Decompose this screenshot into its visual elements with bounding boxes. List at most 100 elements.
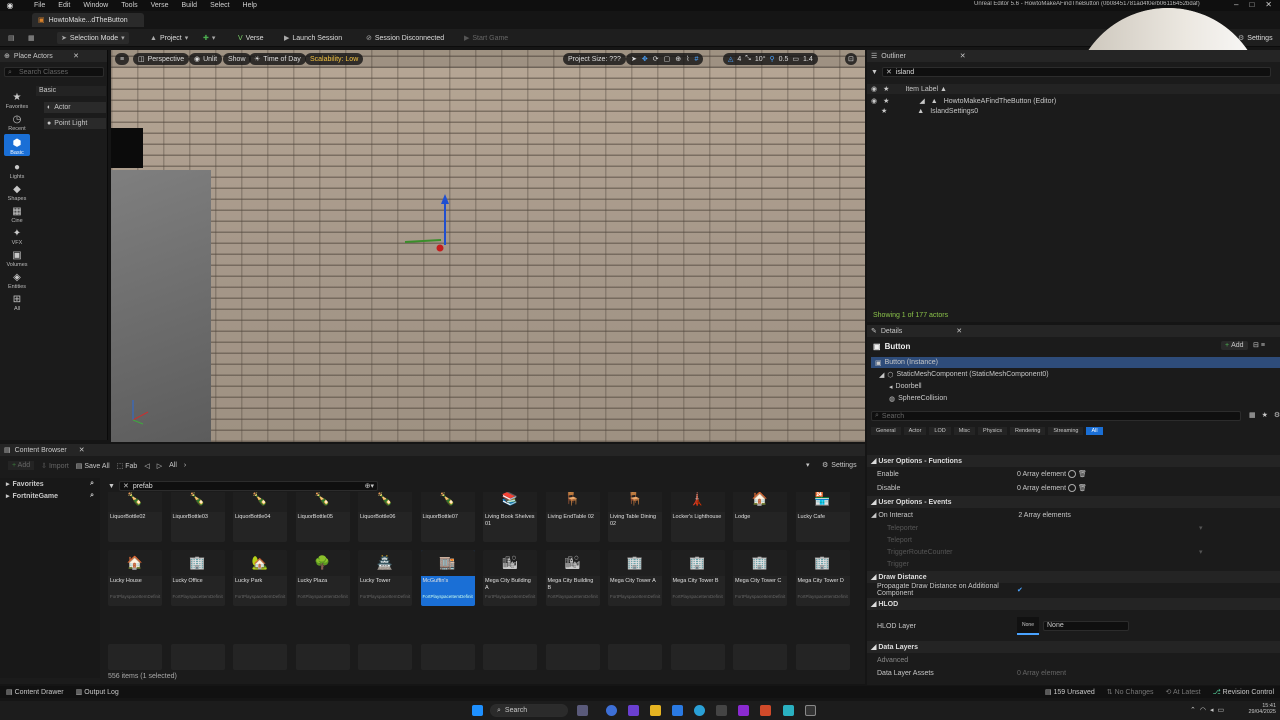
output-log-button[interactable]: ▥ Output Log [76,688,119,696]
unsaved-button[interactable]: ▤ 159 Unsaved [1045,688,1095,696]
component-row[interactable]: ◂ Doorbell [889,381,922,392]
trash-icon[interactable]: 🗑 [1078,470,1087,478]
grid-snap-icon[interactable]: # [695,56,699,63]
wifi-icon[interactable]: ◠ [1200,706,1206,714]
star-icon[interactable]: ★ [1262,411,1268,419]
advanced-row[interactable]: Advanced [867,654,1280,666]
menu-file[interactable]: File [34,2,45,9]
checkbox-checked-icon[interactable]: ✔ [1017,586,1023,594]
asset-tile[interactable]: 🪑 Living EndTable 02 [545,492,600,542]
close-tab-icon[interactable]: ✕ [956,327,962,335]
section-hlod[interactable]: ◢ HLOD [867,598,1280,610]
viewport-menu-button[interactable]: ≡ [115,53,130,65]
star-icon[interactable]: ★ [883,97,889,105]
category-basic[interactable]: ⬢ Basic [4,134,30,156]
tab-misc[interactable]: Misc [953,427,976,435]
add-component-button[interactable]: + Add [1221,341,1248,350]
expand-icon[interactable]: ◢ [879,371,884,379]
scale-snap-value[interactable]: 10° [755,56,766,63]
app-icon-epic[interactable] [716,705,727,716]
component-row[interactable]: ◍ SphereCollision [889,393,947,404]
clear-search-icon[interactable]: ✕ [886,68,892,76]
tree-favorites[interactable]: ▸ Favorites ⌕ [0,478,100,490]
item-label-column[interactable]: Item Label ▲ [905,86,947,93]
path-chevron-icon[interactable]: ▾ [806,461,810,469]
asset-tile[interactable] [733,644,787,670]
fab-button[interactable]: ⬚ Fab [117,462,138,470]
asset-tile[interactable]: 🏙 Mega City Building B FortPlayspaceItemDe… [545,550,600,606]
section-user-options-events[interactable]: ◢ User Options - Events [867,496,1280,508]
category-recent[interactable]: ◷ Recent [0,110,34,132]
asset-tile[interactable] [233,644,287,670]
rotate-icon[interactable]: ⟳ [653,55,659,63]
lit-mode-button[interactable]: ◉ Unlit [189,53,223,65]
asset-tile[interactable]: 🏬 McGuffin's FortPlayspaceItemDefinit [420,550,475,606]
asset-tile[interactable]: 🏢 Mega City Tower A FortPlayspaceItemDefin… [608,550,662,606]
interact-item[interactable]: Trigger [867,558,1280,570]
camera-icon[interactable]: ▭ [792,55,799,63]
chevron-up-icon[interactable]: ⌃ [1190,706,1196,714]
menu-select[interactable]: Select [210,2,229,9]
tab-lod[interactable]: LOD [929,427,951,435]
outliner-row[interactable]: ★ ▲ IslandSettings0 [867,106,1280,116]
asset-tile[interactable] [358,644,412,670]
add-element-icon[interactable] [1067,484,1076,492]
tab-rendering[interactable]: Rendering [1010,427,1046,435]
eye-icon[interactable]: ◉ [871,85,877,93]
menu-verse[interactable]: Verse [151,2,169,9]
actor-item[interactable]: ◐ Actor [44,102,106,113]
launch-session-button[interactable]: ▶ Launch Session [284,32,342,44]
cb-settings-button[interactable]: ⚙ Settings [822,461,857,470]
app-icon-chrome[interactable] [606,705,617,716]
category-volumes[interactable]: ▣ Volumes [0,246,34,268]
battery-icon[interactable]: ▭ [1218,706,1225,714]
component-row[interactable]: ◢ ⬡ StaticMeshComponent (StaticMeshCompone… [879,369,1049,380]
volume-icon[interactable]: ◂ [1210,706,1214,714]
expand-icon[interactable]: ◢ [919,97,924,105]
app-icon-teams[interactable] [628,705,639,716]
asset-tile[interactable]: 🍾 LiquorBottle06 [358,492,412,542]
star-icon[interactable]: ★ [883,85,889,93]
outliner-search-input[interactable]: ✕ island [881,67,1271,77]
scale-icon[interactable]: ▢ [664,55,671,63]
filter-icon[interactable]: ▼ [108,483,115,490]
eye-icon[interactable]: ◉ [871,97,877,105]
rotation-snap-value[interactable]: 4 [737,56,741,63]
asset-tile[interactable] [545,644,600,670]
asset-tile[interactable]: 🏢 Lucky Office FortPlayspaceItemDefinit [170,550,225,606]
document-tab[interactable]: ▣ HowtoMake...dTheButton [32,13,144,27]
menu-icon[interactable]: ≡ [1261,342,1265,349]
level-viewport[interactable]: ≡ ◫ Perspective ◉ Unlit Show ☀ Time of Day … [111,50,865,442]
select-icon[interactable]: ➤ [631,55,637,63]
menu-tools[interactable]: Tools [121,2,137,9]
rotation-snap-icon[interactable]: ◬ [728,55,733,63]
history-back-icon[interactable]: ◁ [144,462,149,470]
component-row-selected[interactable]: ▣ Button (Instance) [871,357,1280,368]
asset-tile[interactable]: 🍾 LiquorBottle07 [420,492,475,542]
asset-tile[interactable]: 🏪 Lucky Cafe [795,492,850,542]
add-element-icon[interactable] [1067,470,1076,478]
menu-window[interactable]: Window [83,2,108,9]
path-breadcrumb[interactable]: All [169,462,177,469]
interact-item[interactable]: Teleport [867,534,1280,546]
category-lights[interactable]: ● Lights [0,158,34,180]
close-icon[interactable]: ✕ [1265,0,1272,9]
star-icon[interactable]: ★ [881,107,887,115]
tab-streaming[interactable]: Streaming [1048,427,1084,435]
asset-tile[interactable]: 🍾 LiquorBottle05 [295,492,350,542]
app-icon-explorer[interactable] [650,705,661,716]
search-icon[interactable]: ⌕ [90,480,94,488]
category-cine[interactable]: ▦ Cine [0,202,34,224]
category-entities[interactable]: ◈ Entities [0,268,34,290]
tab-actor[interactable]: Actor [903,427,927,435]
tab-all[interactable]: All [1086,427,1103,435]
asset-tile[interactable] [483,644,537,670]
clear-search-icon[interactable]: ✕ [123,482,129,490]
add-button[interactable]: + Add [8,461,35,470]
asset-tile[interactable]: 🏡 Lucky Park FortPlayspaceItemDefinit [233,550,287,606]
asset-tile[interactable] [608,644,662,670]
grid-icon[interactable]: ▦ [1249,411,1256,419]
close-tab-icon[interactable]: ✕ [960,52,966,60]
save-icon[interactable]: ▤ [8,32,15,44]
tab-physics[interactable]: Physics [978,427,1007,435]
